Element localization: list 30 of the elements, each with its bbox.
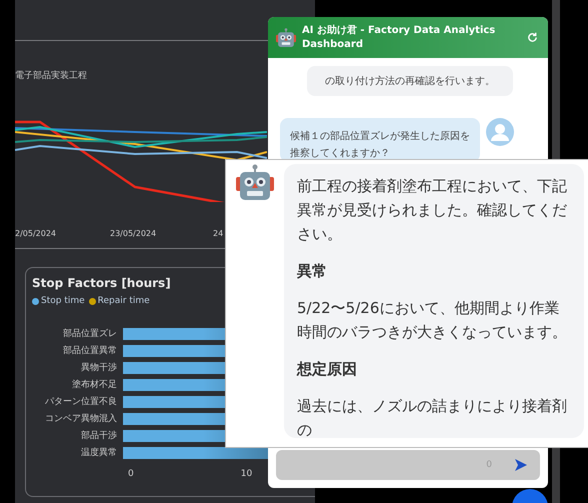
avatar-icon: [486, 118, 514, 146]
axis-tick: 0: [128, 469, 134, 479]
axis-label: 部品干渉: [80, 430, 117, 442]
bot-message: の取り付け方法の再確認を行います。: [307, 66, 513, 96]
user-message: 候補１の部品位置ズレが発生した原因を 推察してくれますか？: [280, 118, 480, 162]
axis-label: コンベア異物混入: [44, 413, 117, 425]
message-text: 5/22〜5/26において、他期間より作業時間のバラつきが大きくなっています。: [297, 298, 568, 343]
axis-label: 温度異常: [80, 447, 117, 459]
message-text: 前工程の接着剤塗布工程において、下記異常が見受けられました。確認してください。: [297, 176, 568, 245]
axis-label: 23/05/2024: [110, 229, 158, 238]
axis-label: 塗布材不足: [71, 379, 117, 391]
chart-subtitle: 電子部品実装工程: [15, 70, 88, 82]
message-text: 過去には、ノズルの詰まりにより接着剤の: [297, 396, 568, 438]
refresh-icon[interactable]: [527, 32, 538, 43]
robot-icon: [276, 28, 296, 48]
message-heading: 想定原因: [297, 359, 358, 380]
axis-label: 24: [213, 229, 224, 238]
axis-tick: 10: [240, 469, 252, 479]
axis-label: 部品位置異常: [62, 345, 117, 357]
axis-label: 2/05/2024: [15, 229, 58, 238]
robot-icon: [236, 164, 274, 202]
card-title: Stop Factors [hours]: [32, 276, 172, 290]
message-heading: 異常: [297, 261, 328, 282]
legend-label: Repair time: [98, 296, 150, 306]
legend-label: Stop time: [41, 296, 85, 306]
chat-title: AI お助け君 - Factory Data Analytics Dashboard: [302, 24, 496, 52]
axis-label: 異物干渉: [80, 362, 117, 374]
send-button[interactable]: [514, 458, 528, 472]
axis-label: パターン位置不良: [44, 396, 117, 408]
axis-label: 部品位置ズレ: [62, 328, 117, 340]
